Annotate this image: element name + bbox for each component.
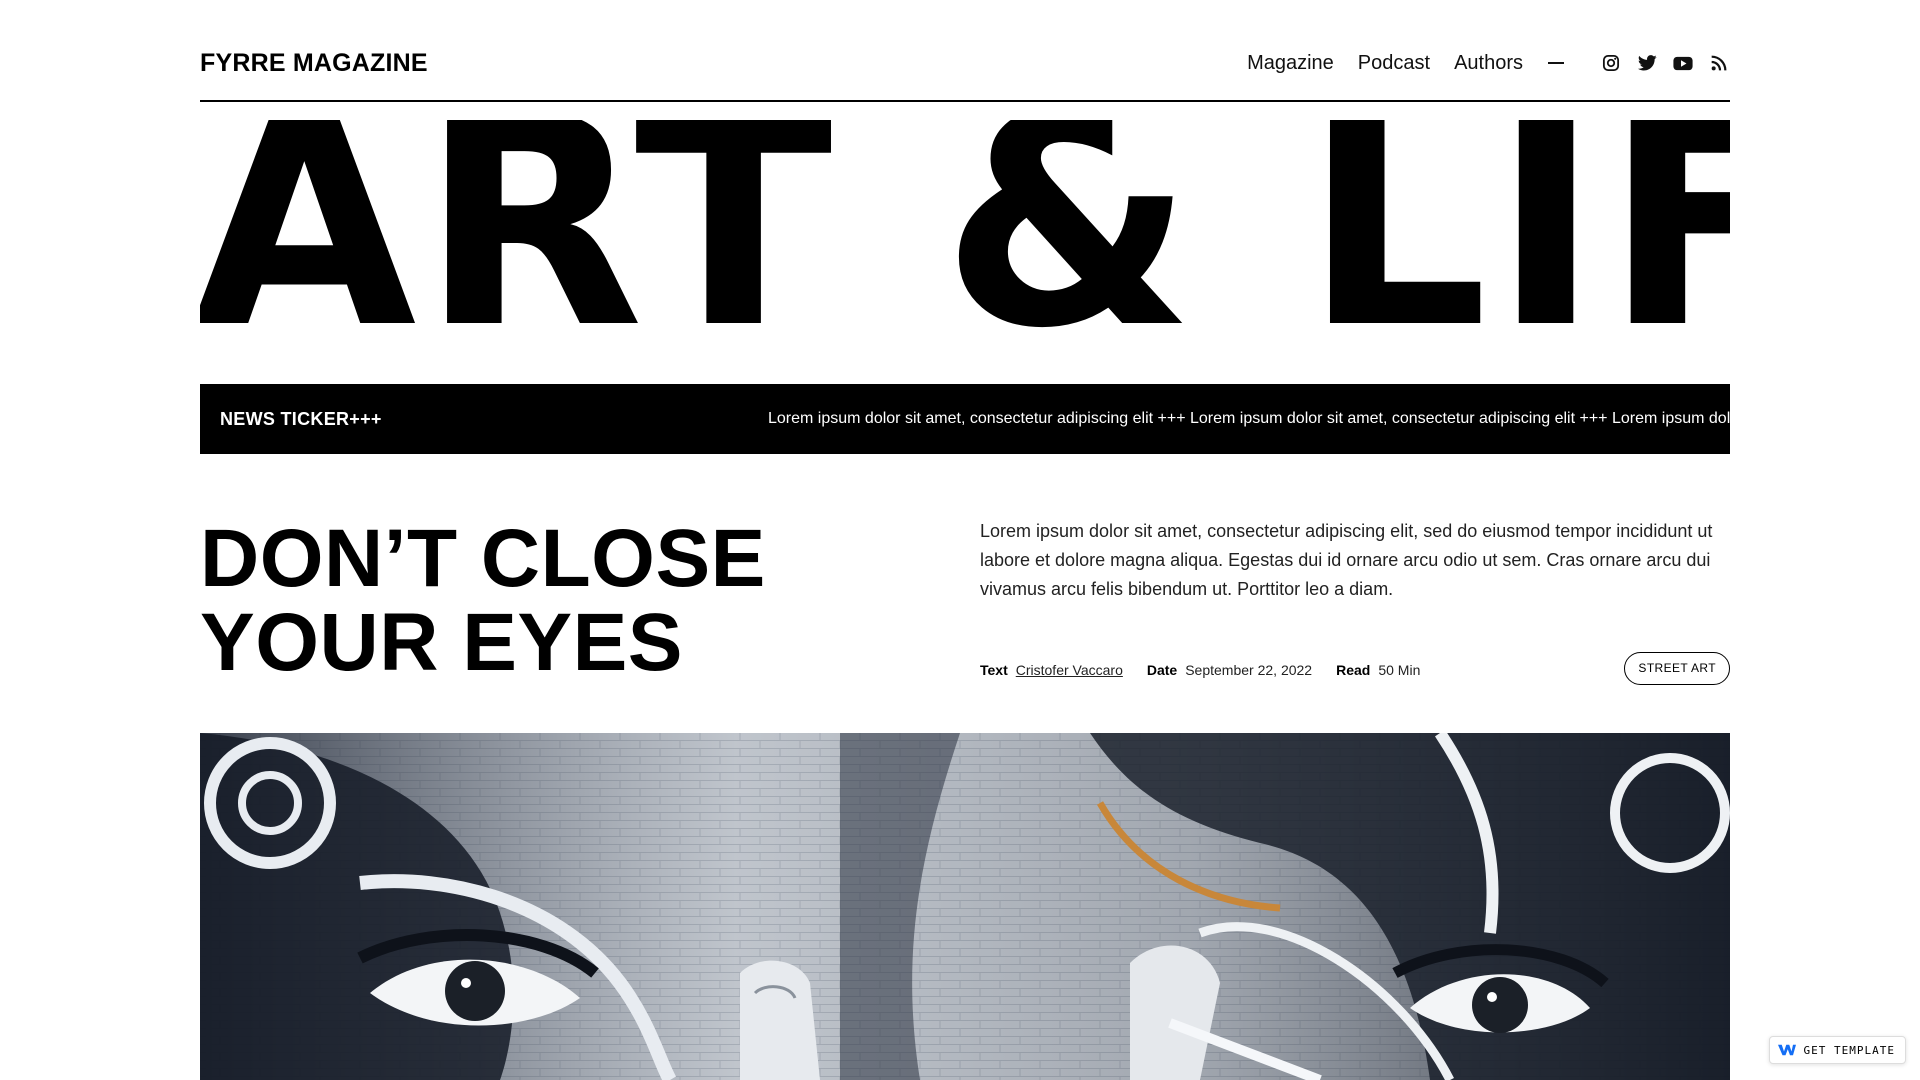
nav-divider	[1548, 62, 1564, 64]
nav-item-authors[interactable]: Authors	[1454, 48, 1523, 78]
header-divider	[200, 100, 1730, 102]
ticker-text[interactable]: Lorem ipsum dolor sit amet, consectetur …	[768, 384, 1730, 454]
article-intro: Lorem ipsum dolor sit amet, consectetur …	[980, 521, 1713, 599]
category-tag[interactable]: STREET ART	[1624, 652, 1730, 685]
site-header: FYRRE MAGAZINE Magazine Podcast Authors	[200, 48, 1730, 78]
meta-read-value: 50 Min	[1378, 662, 1421, 678]
street-art-mural-image	[200, 733, 1730, 1080]
main-nav: Magazine Podcast Authors	[1223, 48, 1730, 78]
headline-line-2: YOUR EYES	[200, 597, 683, 688]
rss-icon[interactable]	[1708, 52, 1730, 74]
get-template-badge[interactable]: GET TEMPLATE	[1768, 1036, 1906, 1064]
news-ticker: NEWS TICKER+++ Lorem ipsum dolor sit ame…	[200, 384, 1730, 454]
meta-date-value: September 22, 2022	[1185, 662, 1313, 678]
hero-title: ART & LIFE	[200, 120, 1730, 352]
hero-title-wrapper: ART & LIFE	[200, 120, 1730, 352]
article-hero-image	[200, 733, 1730, 1080]
youtube-icon[interactable]	[1672, 52, 1694, 74]
meta-text-label: Text	[980, 662, 1008, 678]
headline-line-1: DON’T CLOSE	[200, 513, 766, 604]
badge-label: GET TEMPLATE	[1803, 1043, 1895, 1057]
article-meta: Text Cristofer Vaccaro Date September 22…	[980, 660, 1444, 680]
nav-item-magazine[interactable]: Magazine	[1247, 48, 1334, 78]
nav-item-podcast[interactable]: Podcast	[1358, 48, 1430, 78]
ticker-label: NEWS TICKER+++	[220, 409, 382, 429]
author-link[interactable]: Cristofer Vaccaro	[1016, 660, 1123, 680]
instagram-icon[interactable]	[1600, 52, 1622, 74]
article-headline: DON’T CLOSE YOUR EYES	[200, 517, 766, 685]
webflow-logo-icon	[1777, 1043, 1796, 1057]
brand-logo[interactable]: FYRRE MAGAZINE	[200, 48, 428, 78]
twitter-icon[interactable]	[1636, 52, 1658, 74]
meta-date-label: Date	[1146, 662, 1178, 678]
meta-read-label: Read	[1336, 662, 1371, 678]
